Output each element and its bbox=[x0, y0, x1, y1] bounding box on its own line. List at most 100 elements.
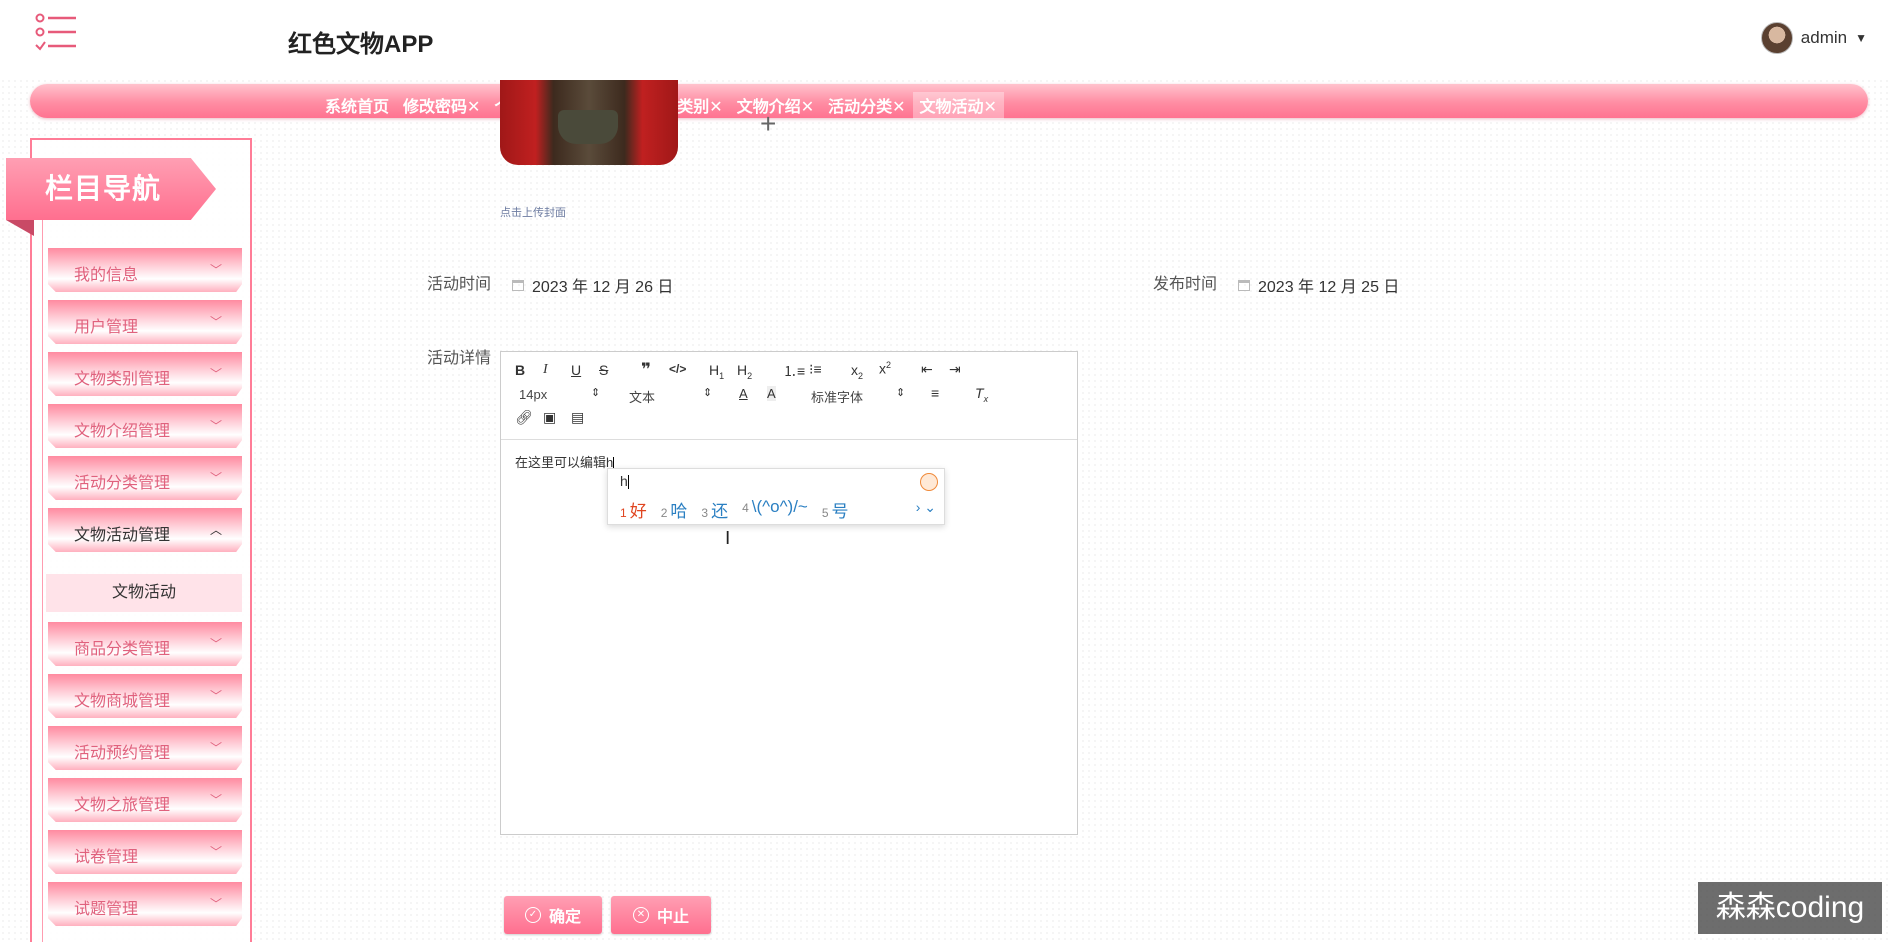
video-icon[interactable]: ▤ bbox=[571, 409, 584, 426]
link-icon[interactable]: 🔗︎ bbox=[515, 409, 533, 426]
sidebar-banner: 栏目导航 bbox=[6, 158, 216, 220]
image-icon[interactable]: ▣ bbox=[543, 409, 556, 426]
font-color-icon[interactable]: A bbox=[739, 386, 748, 401]
ime-candidate[interactable]: 3还 bbox=[701, 497, 728, 522]
username[interactable]: admin bbox=[1801, 28, 1847, 48]
chevron-down-icon: ﹀ bbox=[209, 263, 222, 277]
sidebar-item-label: 文物商城管理 bbox=[74, 693, 171, 710]
select-arrows-icon: ⇕ bbox=[591, 387, 601, 399]
upload-hint: 点击上传封面 bbox=[500, 207, 566, 219]
sidebar-item-label: 文物活动管理 bbox=[74, 527, 171, 544]
ime-candidate[interactable]: 4 \(^o^)/~ bbox=[742, 497, 808, 522]
sidebar-item-label: 文物介绍管理 bbox=[74, 423, 171, 440]
detail-label: 活动详情 bbox=[427, 350, 492, 367]
heading2-icon[interactable]: H2 bbox=[737, 362, 752, 381]
bullet-list-icon[interactable]: ⁝≡ bbox=[809, 361, 822, 378]
calendar-icon bbox=[512, 279, 524, 291]
tab-bar: 系统首页修改密码✕个人信息✕用户✕文物类别✕文物介绍✕活动分类✕文物活动✕ bbox=[30, 84, 1868, 119]
sidebar-item-1[interactable]: 用户管理 ﹀ bbox=[48, 300, 242, 344]
blockquote-icon[interactable]: ❞ bbox=[641, 360, 651, 380]
sidebar-item-label: 文物类别管理 bbox=[74, 371, 171, 388]
activity-time-field[interactable]: 2023 年 12 月 26 日 bbox=[512, 273, 673, 297]
superscript-icon[interactable]: x2 bbox=[879, 360, 891, 377]
chevron-down-icon: ﹀ bbox=[209, 689, 222, 703]
close-circle-icon: ✕ bbox=[632, 907, 649, 923]
sidebar-item-8[interactable]: 活动预约管理 ﹀ bbox=[48, 726, 242, 770]
sidebar-item-2[interactable]: 文物类别管理 ﹀ bbox=[48, 352, 242, 396]
user-menu[interactable]: admin ▼ bbox=[1760, 22, 1867, 54]
ime-candidate[interactable]: 2哈 bbox=[661, 497, 688, 522]
tab-7[interactable]: 文物活动✕ bbox=[912, 92, 1004, 119]
bold-icon[interactable]: B bbox=[515, 362, 525, 378]
ime-input: h bbox=[620, 473, 629, 490]
cancel-button[interactable]: ✕ 中止 bbox=[611, 896, 711, 934]
menu-list-icon[interactable] bbox=[34, 12, 78, 54]
app-title: 红色文物APP bbox=[288, 31, 434, 58]
heading1-icon[interactable]: H1 bbox=[709, 362, 724, 381]
chevron-down-icon: ﹀ bbox=[209, 367, 222, 381]
chevron-down-icon: ﹀ bbox=[209, 845, 222, 859]
sidebar-item-5[interactable]: 文物活动管理 ︿ bbox=[48, 508, 242, 552]
align-icon[interactable]: ≡ bbox=[931, 385, 939, 401]
sidebar-subitem-activity[interactable]: 文物活动 bbox=[46, 574, 242, 612]
ime-next-icon[interactable]: › ⌄ bbox=[916, 499, 936, 516]
underline-icon[interactable]: U bbox=[571, 362, 581, 378]
bronze-vessel-image bbox=[558, 110, 618, 144]
ime-candidate[interactable]: 5号 bbox=[822, 497, 849, 522]
upload-plus-icon[interactable]: + bbox=[760, 108, 776, 140]
sidebar-item-4[interactable]: 活动分类管理 ﹀ bbox=[48, 456, 242, 500]
block-type-select[interactable]: 文本 bbox=[629, 387, 655, 406]
caret-down-icon[interactable]: ▼ bbox=[1855, 31, 1867, 45]
subscript-icon[interactable]: x2 bbox=[851, 362, 863, 381]
watermark: 森森coding bbox=[1698, 882, 1882, 934]
tab-6[interactable]: 活动分类✕ bbox=[821, 92, 912, 119]
editor-toolbar: B I U S ❞ </> H1 H2 ⒈≡ ⁝≡ x2 x2 ⇤ ⇥ 14px… bbox=[501, 352, 1077, 440]
sidebar-item-10[interactable]: 试卷管理 ﹀ bbox=[48, 830, 242, 874]
confirm-button[interactable]: ✓ 确定 bbox=[504, 896, 602, 934]
strikethrough-icon[interactable]: S bbox=[599, 362, 608, 378]
select-arrows-icon: ⇕ bbox=[703, 387, 713, 399]
top-header: 红色文物APP admin ▼ bbox=[0, 0, 1891, 80]
sidebar-item-label: 我的信息 bbox=[74, 267, 139, 284]
sidebar-item-11[interactable]: 试题管理 ﹀ bbox=[48, 882, 242, 926]
tab-0[interactable]: 系统首页 bbox=[318, 92, 396, 119]
ime-candidate[interactable]: 1好 bbox=[620, 497, 647, 522]
sidebar-item-label: 试卷管理 bbox=[74, 849, 139, 866]
ordered-list-icon[interactable]: ⒈≡ bbox=[783, 361, 805, 381]
avatar[interactable] bbox=[1760, 22, 1793, 54]
italic-icon[interactable]: I bbox=[543, 362, 548, 378]
calendar-icon bbox=[1238, 279, 1250, 291]
sidebar-item-0[interactable]: 我的信息 ﹀ bbox=[48, 248, 242, 292]
editor-content[interactable]: 在这里可以编辑h bbox=[515, 452, 615, 471]
select-arrows-icon: ⇕ bbox=[896, 387, 906, 399]
indent-icon[interactable]: ⇥ bbox=[949, 361, 961, 378]
ime-candidate-popup: h 1 好 2 哈 3 还 4 \(^o^)/~ 5 号 › ⌄ bbox=[607, 468, 945, 525]
ime-logo-icon[interactable] bbox=[920, 473, 938, 491]
sidebar-item-label: 试题管理 bbox=[74, 901, 139, 918]
chevron-down-icon: ﹀ bbox=[209, 419, 222, 433]
chevron-down-icon: ﹀ bbox=[209, 637, 222, 651]
sidebar-item-label: 活动分类管理 bbox=[74, 475, 171, 492]
clear-format-icon[interactable]: Tx bbox=[975, 385, 988, 404]
font-size-select[interactable]: 14px bbox=[519, 387, 547, 402]
chevron-down-icon: ﹀ bbox=[209, 471, 222, 485]
sidebar-item-9[interactable]: 文物之旅管理 ﹀ bbox=[48, 778, 242, 822]
background-color-icon[interactable]: A bbox=[767, 386, 776, 401]
tab-1[interactable]: 修改密码✕ bbox=[396, 92, 487, 119]
sidebar-item-7[interactable]: 文物商城管理 ﹀ bbox=[48, 674, 242, 718]
code-icon[interactable]: </> bbox=[669, 362, 686, 376]
activity-time-label: 活动时间 bbox=[427, 276, 492, 293]
sidebar-item-6[interactable]: 商品分类管理 ﹀ bbox=[48, 622, 242, 666]
chevron-down-icon: ﹀ bbox=[209, 315, 222, 329]
sidebar-item-label: 用户管理 bbox=[74, 319, 139, 336]
font-family-select[interactable]: 标准字体 bbox=[811, 387, 863, 406]
publish-time-field[interactable]: 2023 年 12 月 25 日 bbox=[1238, 273, 1399, 297]
chevron-down-icon: ﹀ bbox=[209, 741, 222, 755]
outdent-icon[interactable]: ⇤ bbox=[921, 361, 933, 378]
publish-time-value: 2023 年 12 月 25 日 bbox=[1258, 279, 1400, 296]
rich-text-editor: B I U S ❞ </> H1 H2 ⒈≡ ⁝≡ x2 x2 ⇤ ⇥ 14px… bbox=[500, 351, 1078, 835]
sidebar-item-label: 活动预约管理 bbox=[74, 745, 171, 762]
sidebar-item-3[interactable]: 文物介绍管理 ﹀ bbox=[48, 404, 242, 448]
check-circle-icon: ✓ bbox=[524, 907, 541, 923]
cover-image[interactable] bbox=[500, 80, 678, 165]
